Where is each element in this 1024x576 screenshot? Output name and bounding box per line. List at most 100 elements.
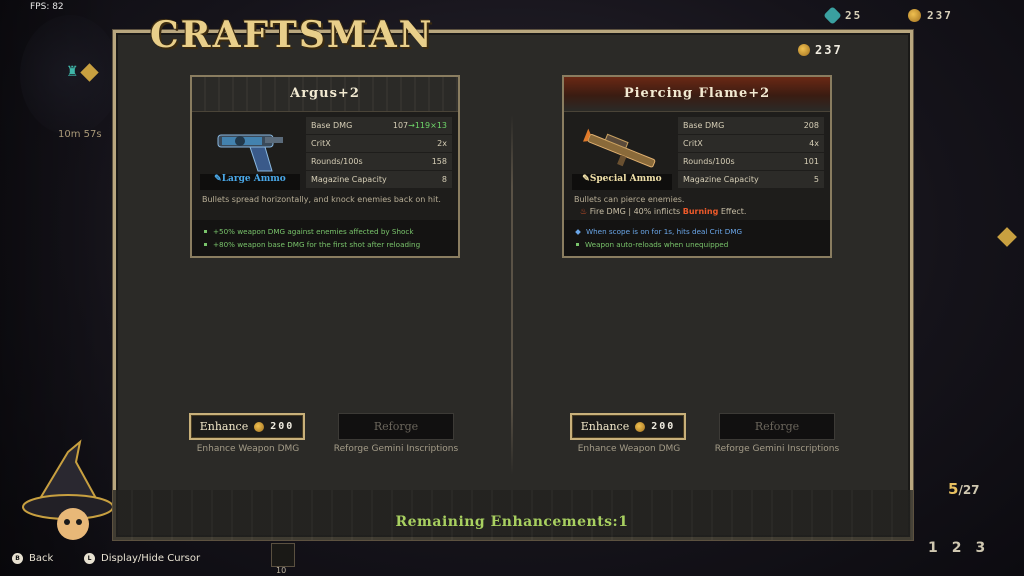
stat-label: Rounds/100s [311, 157, 363, 166]
run-timer: 10m 57s [58, 129, 102, 140]
l-key-icon: L [84, 553, 95, 564]
stat-value: 4x [809, 139, 819, 148]
item-slot[interactable] [271, 543, 295, 567]
inscription-text: Weapon auto-reloads when unequipped [585, 240, 729, 249]
stat-value: 107→119×13 [393, 121, 447, 130]
remaining-enhancements: Remaining Enhancements:1 [395, 514, 629, 530]
offscreen-marker-icon [997, 227, 1017, 247]
cursor-toggle-hint[interactable]: L Display/Hide Cursor [84, 553, 200, 564]
chip-counter: 25 [823, 6, 863, 25]
fps-counter: FPS: 82 [30, 2, 64, 12]
inscription-list: +50% weapon DMG against enemies affected… [192, 220, 458, 256]
stat-magazine: Magazine Capacity 8 [306, 171, 452, 188]
weapon-card-piercing-flame: Piercing Flame+2 ✎Special Ammo Base DMG … [562, 75, 832, 258]
item-slot-count: 10 [276, 566, 287, 575]
inscription-item: +80% weapon base DMG for the first shot … [204, 238, 446, 251]
stat-value: 5 [813, 175, 819, 184]
enhance-label: Enhance [199, 420, 249, 433]
coin-counter-top: 237 [908, 9, 953, 22]
stat-critx: CritX 2x [306, 135, 452, 152]
enhance-label: Enhance [580, 420, 630, 433]
stat-label: CritX [311, 139, 331, 148]
ammo-type: ✎Large Ammo [200, 174, 300, 190]
stat-value: 158 [431, 157, 447, 166]
diamond-bullet-icon [575, 228, 581, 235]
weapon-description: Bullets spread horizontally, and knock e… [202, 195, 441, 204]
bullet-dot-icon [204, 230, 207, 233]
revolver-icon [217, 134, 283, 172]
ammo-counter: 5/27 [948, 480, 980, 498]
weapon-stats: Base DMG 208 CritX 4x Rounds/100s 101 Ma… [678, 117, 824, 189]
stat-magazine: Magazine Capacity 5 [678, 171, 824, 188]
stat-label: Magazine Capacity [683, 175, 759, 184]
bullet-dot-icon [576, 243, 579, 246]
upgrade-arrow-icon: → [408, 121, 415, 130]
enhance-cost: 200 [270, 421, 295, 432]
fire-effect-line: ♨ Fire DMG | 40% inflicts Burning Effect… [580, 207, 746, 216]
bullet-icon: ✎ [214, 174, 222, 184]
enhance-button-argus[interactable]: Enhance 200 [189, 413, 305, 440]
enhance-button-piercing-flame[interactable]: Enhance 200 [570, 413, 686, 440]
weapon-slot-numbers: 1 2 3 [928, 540, 985, 556]
weapon-stats: Base DMG 107→119×13 CritX 2x Rounds/100s… [306, 117, 452, 189]
stat-label: Base DMG [311, 121, 353, 130]
panel-coin-count: 237 [815, 43, 843, 57]
stat-base-dmg: Base DMG 208 [678, 117, 824, 134]
enhance-caption: Enhance Weapon DMG [577, 444, 681, 454]
weapon-slot-3[interactable]: 3 [976, 540, 986, 556]
stat-value-upgraded: 119×13 [414, 121, 447, 130]
panel-divider [511, 115, 513, 475]
inscription-list: When scope is on for 1s, hits deal Crit … [564, 220, 830, 256]
back-hint[interactable]: B Back [12, 553, 53, 564]
coin-icon [254, 421, 265, 432]
b-key-icon: B [12, 553, 23, 564]
reforge-button-piercing-flame[interactable]: Reforge [719, 413, 835, 440]
stat-label: Rounds/100s [683, 157, 735, 166]
coin-count-top: 237 [927, 9, 953, 22]
reforge-button-argus[interactable]: Reforge [338, 413, 454, 440]
weapon-slot-2[interactable]: 2 [952, 540, 962, 556]
rifle-icon [583, 128, 656, 168]
coin-icon [798, 44, 810, 56]
panel-title: CRAFTSMAN [150, 14, 434, 56]
inscription-text: +80% weapon base DMG for the first shot … [213, 240, 421, 249]
chip-count: 25 [845, 9, 863, 22]
inscription-item: Weapon auto-reloads when unequipped [576, 238, 818, 251]
ammo-type: ✎Special Ammo [572, 174, 672, 190]
enhance-cost: 200 [651, 421, 676, 432]
stat-label: Magazine Capacity [311, 175, 387, 184]
weapon-name: Piercing Flame+2 [623, 86, 771, 101]
stat-value: 101 [803, 157, 819, 166]
chip-icon [823, 6, 842, 25]
coin-icon [635, 421, 646, 432]
ammo-type-label: Special Ammo [589, 174, 662, 184]
cursor-toggle-label: Display/Hide Cursor [101, 553, 201, 564]
stat-value-current: 107 [392, 121, 409, 130]
card-header: Argus+2 [192, 77, 458, 112]
stat-critx: CritX 4x [678, 135, 824, 152]
inscription-text: When scope is on for 1s, hits deal Crit … [586, 227, 743, 236]
reforge-caption: Reforge Gemini Inscriptions [714, 444, 840, 454]
fire-icon: ♨ [580, 207, 588, 216]
weapon-name: Argus+2 [290, 86, 360, 101]
ammo-type-label: Large Ammo [221, 174, 286, 184]
back-label: Back [29, 553, 54, 564]
reforge-caption: Reforge Gemini Inscriptions [333, 444, 459, 454]
ammo-max: /27 [958, 483, 980, 497]
card-header: Piercing Flame+2 [564, 77, 830, 112]
stat-rounds: Rounds/100s 158 [306, 153, 452, 170]
stat-value: 208 [803, 121, 819, 130]
ammo-current: 5 [948, 480, 959, 498]
weapon-description: Bullets can pierce enemies. [574, 195, 685, 204]
stat-rounds: Rounds/100s 101 [678, 153, 824, 170]
weapon-card-argus: Argus+2 ✎Large Ammo Base DMG 107→119×13 … [190, 75, 460, 258]
stat-value: 2x [437, 139, 447, 148]
inscription-item: When scope is on for 1s, hits deal Crit … [575, 225, 818, 238]
stat-label: Base DMG [683, 121, 725, 130]
stat-label: CritX [683, 139, 703, 148]
panel-coin-balance: 237 [798, 43, 843, 57]
fire-text: Fire DMG | 40% inflicts [589, 207, 683, 216]
inscription-item: +50% weapon DMG against enemies affected… [204, 225, 446, 238]
weapon-slot-1[interactable]: 1 [928, 540, 938, 556]
player-marker-icon: ♜ [66, 64, 79, 80]
